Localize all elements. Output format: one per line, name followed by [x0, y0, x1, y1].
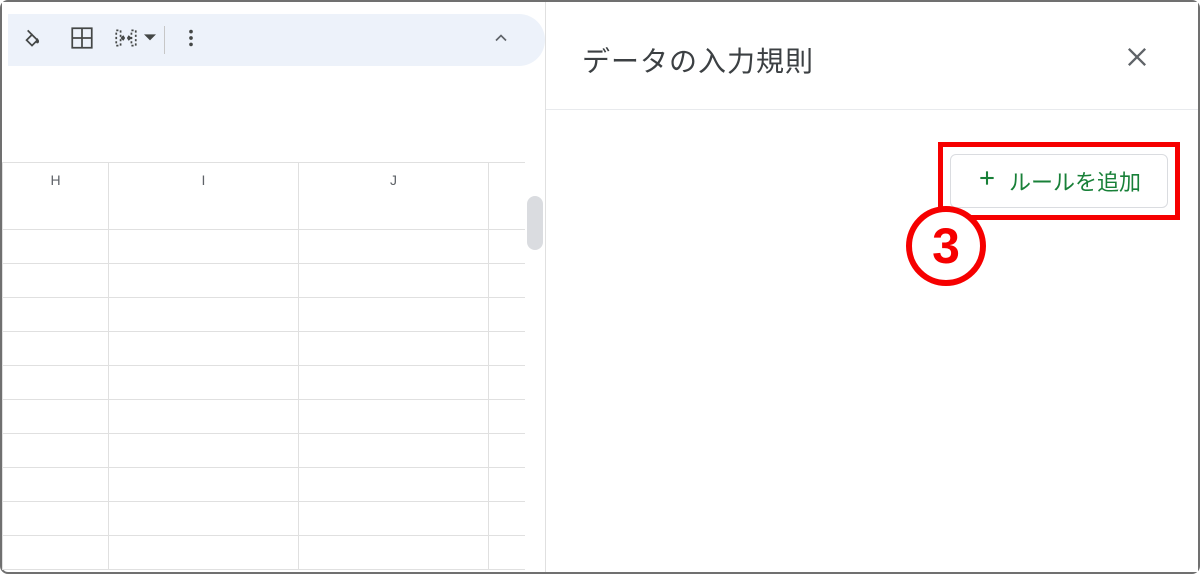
column-headers: H I J — [2, 162, 525, 196]
cell[interactable] — [489, 196, 525, 229]
column-header[interactable] — [489, 163, 525, 197]
cell[interactable] — [109, 196, 299, 229]
cell[interactable] — [109, 468, 299, 501]
cell[interactable] — [489, 332, 525, 365]
spreadsheet-area: H I J — [2, 2, 546, 572]
cell[interactable] — [299, 468, 489, 501]
cell[interactable] — [299, 366, 489, 399]
dropdown-caret-icon — [144, 31, 156, 49]
table-row — [2, 536, 525, 570]
toolbar-divider — [164, 26, 165, 54]
cell[interactable] — [3, 332, 109, 365]
cell[interactable] — [109, 400, 299, 433]
table-row — [2, 502, 525, 536]
merge-cells-dropdown[interactable] — [108, 19, 156, 61]
grid-rows — [2, 196, 525, 570]
column-header-j[interactable]: J — [299, 163, 489, 197]
table-row — [2, 230, 525, 264]
table-row — [2, 468, 525, 502]
add-rule-label: ルールを追加 — [1009, 165, 1141, 197]
cell[interactable] — [109, 536, 299, 569]
cell[interactable] — [299, 298, 489, 331]
column-header-h[interactable]: H — [3, 163, 109, 197]
cell[interactable] — [3, 366, 109, 399]
cell[interactable] — [489, 468, 525, 501]
cell[interactable] — [3, 536, 109, 569]
table-row — [2, 400, 525, 434]
merge-cells-icon — [113, 25, 139, 56]
cell[interactable] — [109, 366, 299, 399]
borders-icon — [69, 25, 95, 56]
cell[interactable] — [489, 230, 525, 263]
cell[interactable] — [3, 230, 109, 263]
cell[interactable] — [489, 502, 525, 535]
add-rule-button[interactable]: ルールを追加 — [950, 154, 1168, 208]
cell[interactable] — [3, 434, 109, 467]
cell[interactable] — [299, 264, 489, 297]
annotation-step-badge: 3 — [906, 206, 986, 286]
cell[interactable] — [299, 332, 489, 365]
chevron-up-icon — [491, 28, 511, 53]
table-row — [2, 196, 525, 230]
toolbar — [2, 2, 545, 78]
cell[interactable] — [3, 298, 109, 331]
cell[interactable] — [299, 536, 489, 569]
cell[interactable] — [299, 400, 489, 433]
screenshot-frame: H I J データの入力規則 — [0, 0, 1200, 574]
vertical-scrollbar[interactable] — [527, 196, 543, 250]
cell[interactable] — [3, 400, 109, 433]
cell[interactable] — [489, 536, 525, 569]
column-header-i[interactable]: I — [109, 163, 299, 197]
cell[interactable] — [3, 196, 109, 229]
cell[interactable] — [109, 434, 299, 467]
panel-header: データの入力規則 — [546, 10, 1198, 110]
fill-color-button[interactable] — [8, 19, 56, 61]
cell[interactable] — [109, 230, 299, 263]
cell[interactable] — [109, 502, 299, 535]
cell[interactable] — [109, 264, 299, 297]
table-row — [2, 332, 525, 366]
cell[interactable] — [299, 434, 489, 467]
cell[interactable] — [299, 502, 489, 535]
cell[interactable] — [3, 264, 109, 297]
cell[interactable] — [3, 502, 109, 535]
cell[interactable] — [489, 264, 525, 297]
cell[interactable] — [299, 196, 489, 229]
table-row — [2, 264, 525, 298]
borders-button[interactable] — [58, 19, 106, 61]
more-options-button[interactable] — [173, 19, 209, 61]
table-row — [2, 298, 525, 332]
table-row — [2, 366, 525, 400]
more-vertical-icon — [180, 27, 202, 54]
cell[interactable] — [489, 366, 525, 399]
close-icon — [1123, 43, 1151, 76]
panel-title: データの入力規則 — [582, 40, 814, 80]
data-validation-panel: データの入力規則 — [546, 2, 1198, 572]
cell[interactable] — [109, 298, 299, 331]
cell[interactable] — [299, 230, 489, 263]
cell[interactable] — [489, 298, 525, 331]
cell[interactable] — [489, 434, 525, 467]
close-panel-button[interactable] — [1116, 39, 1158, 81]
table-row — [2, 434, 525, 468]
cell[interactable] — [3, 468, 109, 501]
plus-icon — [977, 168, 997, 194]
cell[interactable] — [489, 400, 525, 433]
collapse-toolbar-button[interactable] — [477, 19, 525, 61]
paint-bucket-icon — [19, 25, 45, 56]
cell[interactable] — [109, 332, 299, 365]
annotation-step-number: 3 — [932, 217, 960, 275]
